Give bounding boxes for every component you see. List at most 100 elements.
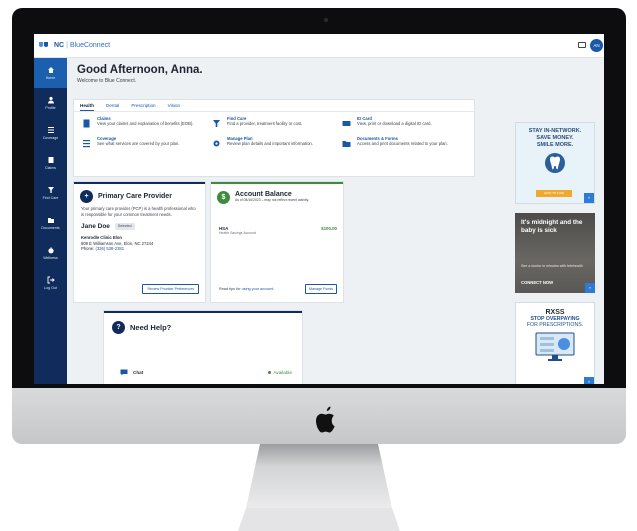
tab-health[interactable]: Health bbox=[80, 100, 95, 111]
pcp-body: Your primary care provider (PCP) is a he… bbox=[74, 206, 205, 252]
pcp-title: Primary Care Provider bbox=[98, 193, 172, 200]
quick-link-desc: Find a provider, treatment facility or c… bbox=[227, 121, 303, 126]
chat-icon bbox=[120, 369, 128, 376]
sidebar-item-logout[interactable]: Log Out bbox=[34, 268, 67, 298]
sidebar-item-label: Log Out bbox=[44, 286, 57, 290]
help-header: ? Need Help? bbox=[104, 313, 302, 342]
dollar-icon: $ bbox=[217, 191, 230, 204]
claims-icon bbox=[48, 157, 53, 163]
phone-link[interactable]: (336) 538-2381 bbox=[95, 246, 124, 251]
ad-corner-icon: » bbox=[584, 193, 594, 203]
quick-link-id-card[interactable]: ID Card View, print or download a digita… bbox=[342, 116, 472, 128]
brand-name: BlueConnect bbox=[69, 41, 111, 49]
logout-icon bbox=[47, 276, 55, 284]
quick-link-coverage[interactable]: Coverage See what services are covered b… bbox=[82, 136, 212, 148]
camera bbox=[324, 18, 328, 22]
ad-dental-line2: SAVE MONEY. bbox=[536, 134, 574, 141]
quick-link-desc: View your claims and explanation of bene… bbox=[97, 121, 194, 126]
plan-tabs: Health Dental Prescription Vision bbox=[74, 100, 474, 112]
doctor-icon: + bbox=[80, 190, 93, 203]
pcp-card: + Primary Care Provider Your primary car… bbox=[73, 181, 206, 303]
tab-vision[interactable]: Vision bbox=[168, 100, 180, 111]
tab-prescription[interactable]: Prescription bbox=[131, 100, 155, 111]
mail-icon[interactable] bbox=[578, 42, 586, 48]
filter-icon bbox=[213, 120, 220, 127]
top-bar: NC | BlueConnect AN bbox=[34, 34, 604, 58]
quick-link-desc: Access and print documents related to yo… bbox=[357, 141, 448, 146]
sidebar-item-coverage[interactable]: Coverage bbox=[34, 118, 67, 148]
sidebar-item-profile[interactable]: Profile bbox=[34, 88, 67, 118]
ad-rxss-line2: FOR PRESCRIPTIONS. bbox=[526, 322, 584, 329]
chat-label: Chat bbox=[133, 370, 144, 375]
ad-dental-line1: STAY IN-NETWORK. bbox=[528, 128, 582, 134]
clinic-name: Kenrodle Clinic Elon bbox=[81, 234, 122, 240]
clinic-address: 909 E Williamson Ave, Elon, NC 27244 bbox=[81, 240, 154, 246]
phone-label: Phone: bbox=[81, 246, 95, 252]
list-icon bbox=[83, 140, 90, 148]
person-icon bbox=[47, 96, 54, 104]
pcp-description: Your primary care provider (PCP) is a he… bbox=[81, 206, 196, 217]
sidebar-item-label: Claims bbox=[45, 166, 56, 170]
main-content: Good Afternoon, Anna. Welcome to Blue Co… bbox=[67, 58, 604, 384]
need-help-card: ? Need Help? Chat Available bbox=[103, 310, 303, 384]
question-icon: ? bbox=[112, 321, 125, 334]
sidebar-item-home[interactable]: Home bbox=[34, 58, 67, 88]
home-icon bbox=[47, 67, 54, 73]
ad-rxss[interactable]: RXSS STOP OVERPAYING FOR PRESCRIPTIONS. … bbox=[515, 302, 595, 384]
screen: NC | BlueConnect AN Home Profile Coverag… bbox=[34, 34, 604, 384]
doctor-name: Jane Doe bbox=[81, 222, 110, 230]
chat-row[interactable]: Chat Available bbox=[120, 369, 292, 376]
avatar[interactable]: AN bbox=[590, 39, 603, 52]
brand-logo[interactable]: NC | BlueConnect bbox=[38, 41, 110, 49]
quick-link-manage-plan[interactable]: Manage Plan Review plan details and impo… bbox=[212, 136, 342, 148]
folder-icon bbox=[342, 141, 351, 147]
review-provider-button[interactable]: Review Provider Preferences bbox=[142, 284, 199, 294]
account-amount: $100.00 bbox=[321, 226, 337, 231]
balance-footer: Read tips for using your account. Manage… bbox=[219, 284, 337, 294]
clinic-info: Kenrodle Clinic Elon 909 E Williamson Av… bbox=[81, 235, 198, 252]
sidebar-item-find-care[interactable]: Find Care bbox=[34, 178, 67, 208]
account-balance-card: $ Account Balance As of 08/16/2023 – may… bbox=[210, 181, 344, 303]
quick-link-claims[interactable]: Claims View your claims and explanation … bbox=[82, 116, 212, 128]
folder-icon bbox=[47, 218, 54, 223]
gear-icon bbox=[213, 140, 220, 147]
monitor-pill-icon bbox=[535, 332, 575, 362]
balance-as-of: As of 08/16/2023 – may not reflect recen… bbox=[235, 198, 310, 202]
quick-link-documents[interactable]: Documents & Forms Access and print docum… bbox=[342, 136, 472, 148]
ad-telehealth[interactable]: It's midnight and the baby is sick See a… bbox=[515, 213, 595, 293]
ad-corner-icon: » bbox=[584, 377, 594, 384]
sidebar-item-label: Wellness bbox=[43, 256, 58, 260]
balance-header: $ Account Balance As of 08/16/2023 – may… bbox=[211, 184, 343, 206]
ad-dental[interactable]: STAY IN-NETWORK. SAVE MONEY. SMILE MORE.… bbox=[515, 122, 595, 204]
quick-link-find-care[interactable]: Find Care Find a provider, treatment fac… bbox=[212, 116, 342, 128]
quick-link-desc: Review plan details and important inform… bbox=[227, 141, 313, 146]
sidebar-item-claims[interactable]: Claims bbox=[34, 148, 67, 178]
ad-dental-button[interactable]: HOW TO FIND bbox=[536, 190, 572, 197]
tab-dental[interactable]: Dental bbox=[106, 100, 119, 111]
list-icon bbox=[47, 127, 54, 133]
brand-nc: NC bbox=[54, 41, 65, 49]
help-title: Need Help? bbox=[130, 323, 172, 332]
status-badge: Selected bbox=[114, 222, 135, 230]
tip-link[interactable]: using your account. bbox=[242, 287, 275, 291]
quick-links-grid: Claims View your claims and explanation … bbox=[82, 116, 472, 148]
sidebar-item-label: Profile bbox=[45, 106, 56, 110]
ad-dental-line3: SMILE MORE. bbox=[536, 141, 574, 148]
sidebar-item-label: Find Care bbox=[42, 196, 59, 200]
tip-text: Read tips for bbox=[219, 287, 241, 291]
sidebar-item-label: Home bbox=[45, 76, 56, 80]
sidebar-item-wellness[interactable]: Wellness bbox=[34, 238, 67, 268]
sidebar-item-label: Documents bbox=[41, 226, 60, 230]
hsa-row[interactable]: HSA $100.00 Health Savings Account bbox=[219, 226, 337, 235]
status-dot bbox=[268, 371, 272, 374]
manage-funds-button[interactable]: Manage Funds bbox=[305, 284, 337, 294]
doctor-row: Jane Doe Selected bbox=[81, 222, 198, 231]
brand-separator: | bbox=[66, 41, 68, 49]
welcome-text: Welcome to Blue Connect. bbox=[77, 78, 137, 84]
balance-title: Account Balance bbox=[235, 191, 292, 198]
sidebar-item-documents[interactable]: Documents bbox=[34, 208, 67, 238]
quick-links-card: Health Dental Prescription Vision Claims… bbox=[73, 99, 475, 177]
ad-telehealth-sub: See a doctor in minutes with telehealth bbox=[521, 264, 583, 268]
ad-telehealth-cta[interactable]: CONNECT NOW bbox=[521, 280, 553, 285]
ad-corner-icon: » bbox=[585, 283, 595, 293]
